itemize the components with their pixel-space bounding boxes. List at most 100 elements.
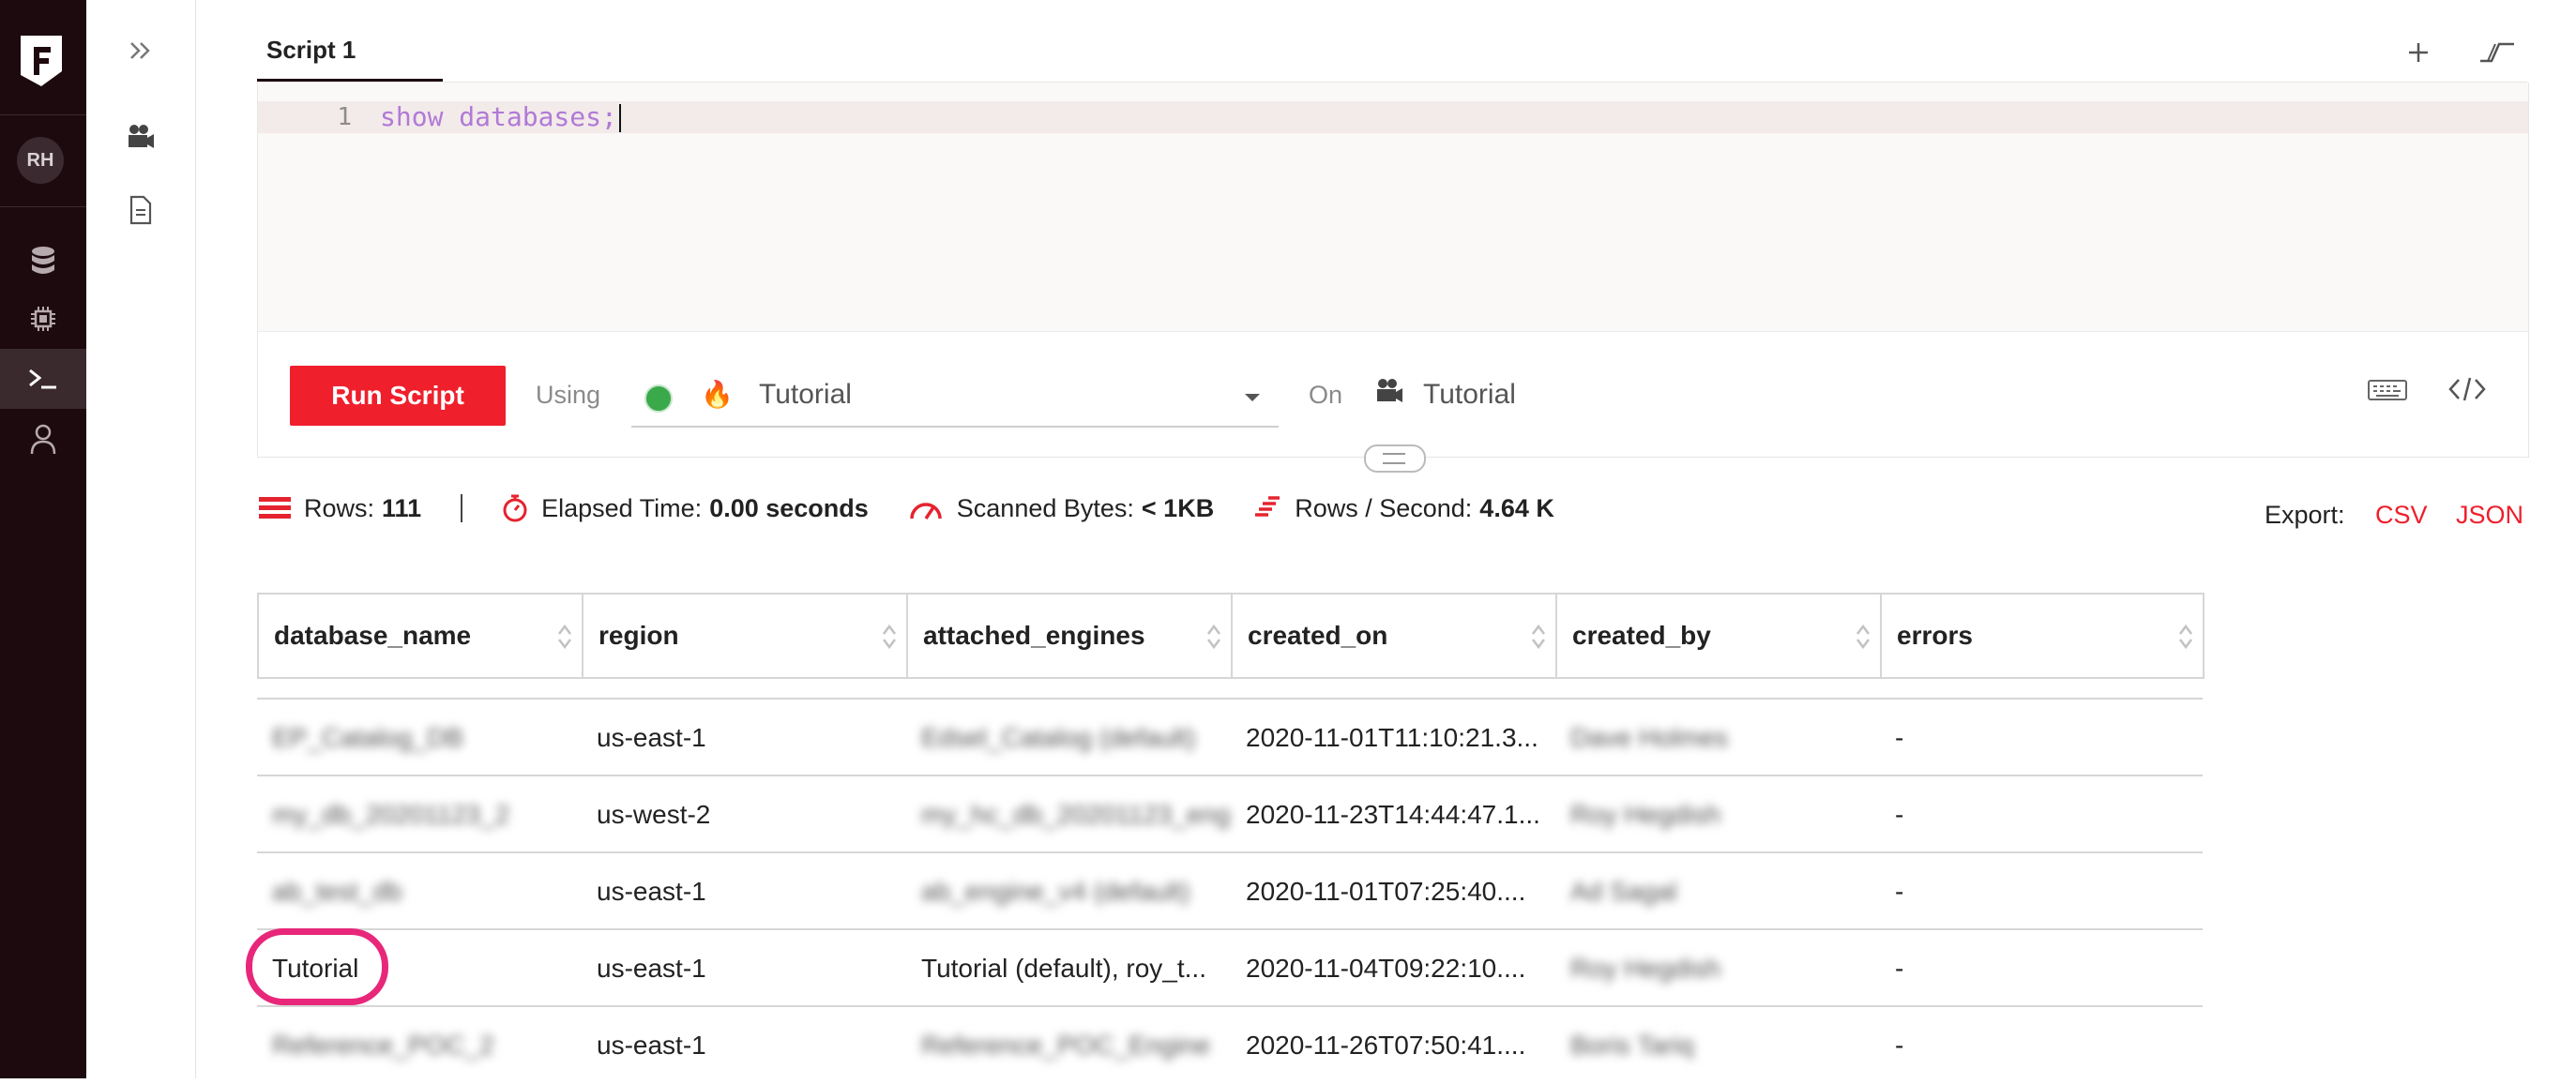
cell-region[interactable]: us-west-2 xyxy=(582,776,906,853)
camera-icon[interactable] xyxy=(120,116,161,158)
keyboard-icon[interactable] xyxy=(2367,377,2408,408)
main-nav-rail: RH xyxy=(0,0,86,1078)
cell-created-on[interactable]: 2020-11-01T07:25:40.... xyxy=(1231,853,1555,930)
table-row[interactable]: ab_test_db us-east-1 ab_engine_v4 (defau… xyxy=(257,851,2203,930)
cell-errors[interactable]: - xyxy=(1880,700,2201,776)
engine-name: Tutorial xyxy=(759,379,852,410)
engine-status-dot xyxy=(644,384,673,413)
cell-errors[interactable]: - xyxy=(1880,1007,2201,1084)
sort-icon[interactable] xyxy=(1206,623,1221,651)
code-line[interactable]: show databases; xyxy=(380,101,621,133)
table-row[interactable]: my_db_20201123_2 us-west-2 my_hc_db_2020… xyxy=(257,775,2203,853)
column-header-label: created_on xyxy=(1248,621,1388,650)
camera-icon xyxy=(1374,377,1404,410)
sort-icon[interactable] xyxy=(1531,623,1546,651)
code-view-icon[interactable] xyxy=(2447,375,2487,408)
on-label: On xyxy=(1309,381,1343,409)
stats-divider xyxy=(461,494,463,522)
sort-icon[interactable] xyxy=(1856,623,1871,651)
engine-select[interactable]: 🔥 Tutorial xyxy=(631,366,1279,428)
add-tab-icon[interactable] xyxy=(2398,32,2439,73)
cell-attached-engines[interactable]: ab_engine_v4 (default) xyxy=(906,853,1231,930)
rows-per-second-icon xyxy=(1253,495,1281,521)
column-header-created-on[interactable]: created_on xyxy=(1233,595,1557,677)
tab-script-1[interactable]: Script 1 xyxy=(257,32,365,83)
elapsed-stat: Elapsed Time: 0.00 seconds xyxy=(502,493,869,523)
run-script-button[interactable]: Run Script xyxy=(290,366,506,426)
sort-icon[interactable] xyxy=(882,623,897,651)
column-header-attached-engines[interactable]: attached_engines xyxy=(908,595,1233,677)
cell-attached-engines[interactable]: my_hc_db_20201123_engine_1 xyxy=(906,776,1231,853)
chevron-down-icon[interactable] xyxy=(1245,394,1260,401)
elapsed-label: Elapsed Time: xyxy=(541,493,703,522)
cell-errors[interactable]: - xyxy=(1880,930,2201,1007)
cell-errors[interactable]: - xyxy=(1880,776,2201,853)
sql-editor[interactable]: 1 show databases; xyxy=(257,83,2529,332)
sort-icon[interactable] xyxy=(2178,623,2193,651)
cell-region[interactable]: us-east-1 xyxy=(582,930,906,1007)
cell-created-by[interactable]: Roy Hegdish xyxy=(1555,930,1880,1007)
cell-created-by[interactable]: Dave Holmes xyxy=(1555,700,1880,776)
results-table-header: database_name region attached_engines cr… xyxy=(257,593,2205,679)
rows-label: Rows: xyxy=(304,493,375,522)
rail-divider xyxy=(0,206,86,207)
cell-created-by[interactable]: Boris Tariq xyxy=(1555,1007,1880,1084)
cell-attached-engines[interactable]: Edsel_Catalog (default) xyxy=(906,700,1231,776)
elapsed-value: 0.00 seconds xyxy=(709,493,869,522)
cell-created-by[interactable]: Ad Sagal xyxy=(1555,853,1880,930)
rows-icon xyxy=(259,496,291,520)
speedometer-icon xyxy=(908,496,944,520)
column-header-created-by[interactable]: created_by xyxy=(1557,595,1882,677)
export-json-link[interactable]: JSON xyxy=(2456,501,2523,530)
highlight-annotation xyxy=(246,928,388,1005)
scanned-value: < 1KB xyxy=(1141,493,1215,522)
cell-attached-engines[interactable]: Reference_POC_Engine xyxy=(906,1007,1231,1084)
engine-chip-icon[interactable] xyxy=(23,298,64,339)
cell-region[interactable]: us-east-1 xyxy=(582,1007,906,1084)
rows-stat: Rows: 111 xyxy=(259,494,421,523)
cell-created-on[interactable]: 2020-11-23T14:44:47.1... xyxy=(1231,776,1555,853)
cell-database-name[interactable]: EP_Catalog_DB xyxy=(257,700,582,776)
export-csv-link[interactable]: CSV xyxy=(2375,501,2428,530)
terminal-icon[interactable] xyxy=(23,358,64,399)
firebolt-logo-icon[interactable] xyxy=(17,34,66,88)
cell-database-name[interactable]: ab_test_db xyxy=(257,853,582,930)
document-icon[interactable] xyxy=(120,189,161,231)
toggle-layout-icon[interactable] xyxy=(2477,32,2518,73)
column-header-errors[interactable]: errors xyxy=(1882,595,2203,677)
rate-value: 4.64 K xyxy=(1479,493,1554,522)
column-header-region[interactable]: region xyxy=(583,595,908,677)
rail-divider xyxy=(0,114,86,115)
cell-created-by[interactable]: Roy Hegdish xyxy=(1555,776,1880,853)
column-header-label: attached_engines xyxy=(923,621,1145,650)
cell-created-on[interactable]: 2020-11-01T11:10:21.3... xyxy=(1231,700,1555,776)
expand-sidebar-icon[interactable] xyxy=(120,30,161,71)
line-number: 1 xyxy=(337,103,352,131)
cell-database-name[interactable]: my_db_20201123_2 xyxy=(257,776,582,853)
rows-value: 111 xyxy=(382,493,422,522)
script-action-bar: Run Script Using 🔥 Tutorial On Tutorial xyxy=(257,331,2529,458)
text-cursor xyxy=(618,104,621,132)
avatar[interactable]: RH xyxy=(17,137,64,184)
table-row[interactable]: EP_Catalog_DB us-east-1 Edsel_Catalog (d… xyxy=(257,698,2203,776)
cell-region[interactable]: us-east-1 xyxy=(582,853,906,930)
resize-handle[interactable] xyxy=(1364,444,1426,473)
cell-created-on[interactable]: 2020-11-04T09:22:10.... xyxy=(1231,930,1555,1007)
column-header-label: created_by xyxy=(1572,621,1711,650)
user-icon[interactable] xyxy=(23,418,64,459)
cell-errors[interactable]: - xyxy=(1880,853,2201,930)
table-row[interactable]: Reference_POC_2 us-east-1 Reference_POC_… xyxy=(257,1005,2203,1084)
cell-database-name[interactable]: Reference_POC_2 xyxy=(257,1007,582,1084)
sort-icon[interactable] xyxy=(557,623,572,651)
cell-region[interactable]: us-east-1 xyxy=(582,700,906,776)
column-header-database-name[interactable]: database_name xyxy=(259,595,583,677)
cell-created-on[interactable]: 2020-11-26T07:50:41.... xyxy=(1231,1007,1555,1084)
scanned-label: Scanned Bytes: xyxy=(956,493,1134,522)
fire-icon: 🔥 xyxy=(701,380,734,409)
code-text[interactable]: show databases; xyxy=(380,101,617,132)
database-icon[interactable] xyxy=(23,240,64,281)
database-name[interactable]: Tutorial xyxy=(1423,379,1516,411)
column-header-label: database_name xyxy=(274,621,472,650)
table-row[interactable]: Tutorial us-east-1 Tutorial (default), r… xyxy=(257,928,2203,1007)
cell-attached-engines[interactable]: Tutorial (default), roy_t... xyxy=(906,930,1231,1007)
